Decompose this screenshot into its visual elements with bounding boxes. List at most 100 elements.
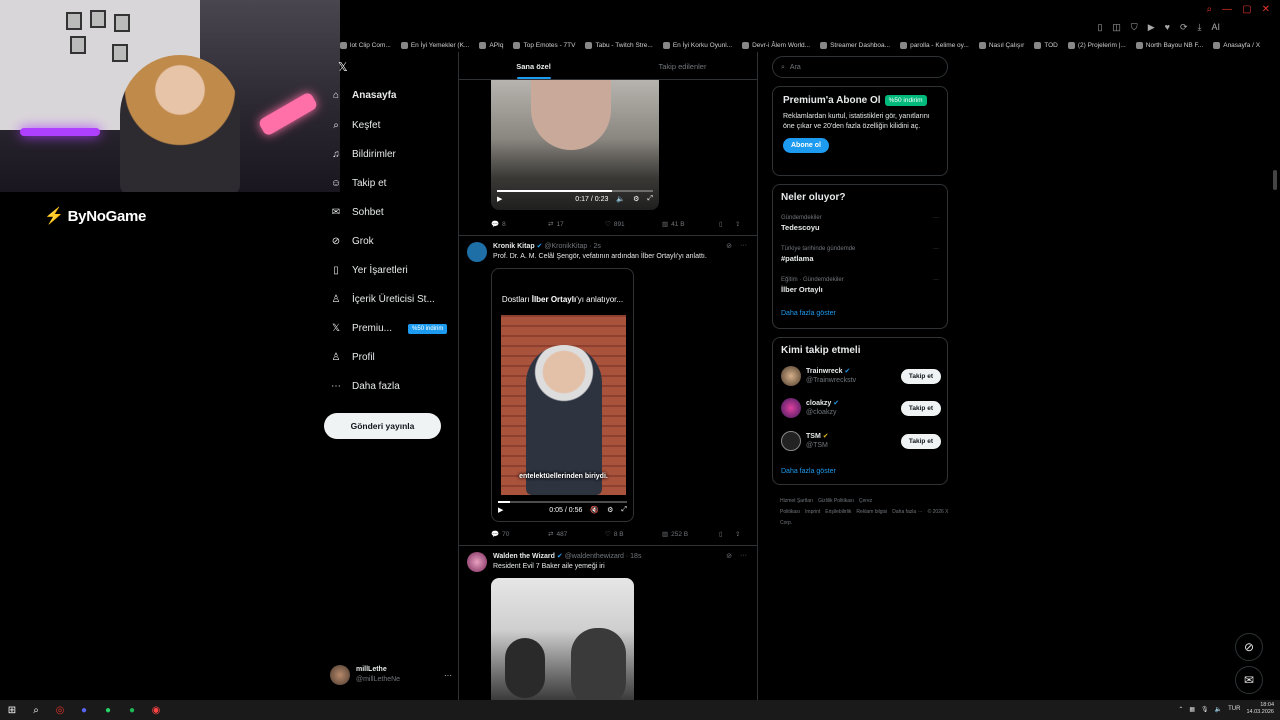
tweet-video[interactable]: Dostları İlber Ortaylı'yı anlatıyor... e… [491,268,634,522]
sidebar-item-keşfet[interactable]: ⌕ Keşfet [330,120,380,131]
bookmark-item[interactable]: En İyi Yemekler (K... [400,41,469,49]
play-icon[interactable]: ▶ [1148,22,1155,33]
tab-following[interactable]: Takip edilenler [608,52,757,79]
fullscreen-icon[interactable]: ⤢ [621,506,627,514]
tweet-author[interactable]: Kronik Kitap [493,243,535,250]
ai-icon[interactable]: AI [1211,22,1220,33]
fullscreen-icon[interactable]: ⤢ [647,195,653,203]
trend-item[interactable]: Türkiye tarihinde gündemde #patlama ··· [781,246,941,263]
follow-show-more[interactable]: Daha fazla göster [781,468,836,475]
minimize-icon[interactable]: — [1222,4,1232,15]
like-button[interactable]: ♡ 8 B [605,530,662,539]
tweet-video[interactable]: ▶ 0:17 / 0:23 🔈 ⚙ ⤢ [491,80,659,210]
tweet-handle[interactable]: @waldenthewizard · 18s [565,553,642,560]
maximize-icon[interactable]: ▢ [1242,4,1251,15]
reply-button[interactable]: 💬 8 [491,220,548,229]
bookmark-item[interactable]: Nasıl Çalışır [978,41,1024,49]
bookmark-item[interactable]: North Bayou NB F... [1135,41,1203,49]
footer-link[interactable]: Imprint [805,509,820,515]
sidebar-item-daha-fazla[interactable]: ⋯ Daha fazla [330,381,400,392]
avatar[interactable] [467,552,487,572]
browser-icon[interactable]: ◉ [150,704,162,716]
bookmark-icon[interactable]: ▯ [719,530,735,538]
grok-floating-button[interactable]: ⊘ [1235,633,1263,661]
follow-button[interactable]: Takip et [900,400,941,416]
mic-icon[interactable]: 🎙 [1201,706,1209,713]
shield-icon[interactable]: ⛉ [1131,22,1138,33]
windows-start-icon[interactable]: ⊞ [6,704,18,716]
play-icon[interactable]: ▶ [497,195,502,203]
bookmark-item[interactable]: lot Clip Com... [340,41,391,49]
trend-item[interactable]: Eğitim · Gündemdekiler İlber Ortaylı ··· [781,277,941,294]
video-progress[interactable] [497,190,653,192]
bookmark-item[interactable]: TOD [1034,41,1058,49]
more-icon[interactable]: ··· [933,246,939,252]
bookmark-item[interactable]: En İyi Korku Oyunl... [662,41,732,49]
search-input[interactable]: ⌕ Ara [772,56,948,78]
mute-icon[interactable]: 🔇 [590,506,599,514]
footer-link[interactable]: Hizmet Şartları [780,498,813,504]
follow-button[interactable]: Takip et [900,368,941,384]
subscribe-button[interactable]: Abone ol [783,138,829,154]
bookmark-item[interactable]: Top Emotes - 7TV [513,41,575,49]
close-icon[interactable]: ✕ [1262,4,1270,15]
bookmark-item[interactable]: Streamer Dashboa... [820,41,890,49]
volume-icon[interactable]: 🔈 [616,195,625,203]
sidebar-item-yer-i-şaretleri[interactable]: ▯ Yer İşaretleri [330,265,408,276]
x-logo-icon[interactable]: 𝕏 [338,60,348,74]
footer-link[interactable]: Daha fazla ··· [892,509,922,515]
trend-item[interactable]: Gündemdekiler Tedescoyu ··· [781,215,941,232]
discord-icon[interactable]: ● [78,704,90,716]
footer-link[interactable]: Gizlilik Politikası [818,498,854,504]
search-icon[interactable]: ⌕ [30,704,42,716]
more-icon[interactable]: ··· [740,242,747,250]
tweet-handle[interactable]: @KronikKitap · 2s [544,243,601,250]
grok-icon[interactable]: ⊘ [726,242,732,250]
repost-button[interactable]: ⇄ 17 [548,220,605,229]
follow-suggestion[interactable]: TSM ✔ @TSM Takip et [781,431,941,451]
bookmark-item[interactable]: (2) Projelerim |... [1067,41,1126,49]
bookmark-item[interactable]: Devr-i Âlem World... [742,41,810,49]
repost-button[interactable]: ⇄ 487 [548,530,605,539]
tweet-video[interactable] [491,578,634,700]
bookmark-item[interactable]: APIq [479,41,503,49]
whatsapp-icon[interactable]: ● [102,704,114,716]
video-progress[interactable] [498,501,627,503]
sidebar-item-anasayfa[interactable]: ⌂ Anasayfa [330,90,397,101]
grok-icon[interactable]: ⊘ [726,552,732,560]
settings-icon[interactable]: ⚙ [633,195,639,203]
clock[interactable]: 18:04 14.03.2026 [1246,702,1274,716]
like-button[interactable]: ♡ 891 [605,220,662,229]
extension-icon[interactable]: ▯ [1097,22,1102,33]
share-icon[interactable]: ⇪ [735,220,751,228]
bookmark-item[interactable]: Anasayfa / X [1213,41,1260,49]
sidebar-item-sohbet[interactable]: ✉ Sohbet [330,207,384,218]
volume-icon[interactable]: 🔈 [1215,706,1222,713]
spotify-icon[interactable]: ● [126,704,138,716]
download-icon[interactable]: ⤓ [1198,22,1202,33]
sidebar-item-grok[interactable]: ⊘ Grok [330,236,374,247]
sidebar-item-premiu-[interactable]: 𝕏 Premiu... %50 indirim [330,323,448,334]
post-button[interactable]: Gönderi yayınla [324,413,441,439]
trends-show-more[interactable]: Daha fazla göster [781,310,836,317]
sidebar-item-bildirimler[interactable]: ♫ Bildirimler [330,149,396,160]
more-icon[interactable]: ··· [444,671,452,680]
follow-suggestion[interactable]: cloakzy ✔ @cloakzy Takip et [781,398,941,418]
sidebar-item-takip-et[interactable]: ☺ Takip et [330,178,387,189]
tab-for-you[interactable]: Sana özel [459,52,608,79]
account-switcher[interactable]: millLethe @millLetheNe ··· [330,665,452,685]
bookmark-item[interactable]: parolla - Kelime oy... [900,41,969,49]
play-icon[interactable]: ▶ [498,506,503,514]
follow-button[interactable]: Takip et [900,433,941,449]
search-icon[interactable]: ⌕ [1207,4,1213,15]
views-button[interactable]: ▥ 41 B [662,220,719,229]
more-icon[interactable]: ··· [740,552,747,560]
chevron-up-icon[interactable]: ⌃ [1178,706,1183,713]
footer-link[interactable]: Reklam bilgisi [856,509,887,515]
network-icon[interactable]: ▦ [1189,706,1195,713]
settings-icon[interactable]: ⚙ [607,506,613,514]
more-icon[interactable]: ··· [933,277,939,283]
heart-icon[interactable]: ♥ [1165,22,1170,33]
sync-icon[interactable]: ⟳ [1180,22,1188,33]
sidebar-item-profil[interactable]: ♙ Profil [330,352,375,363]
